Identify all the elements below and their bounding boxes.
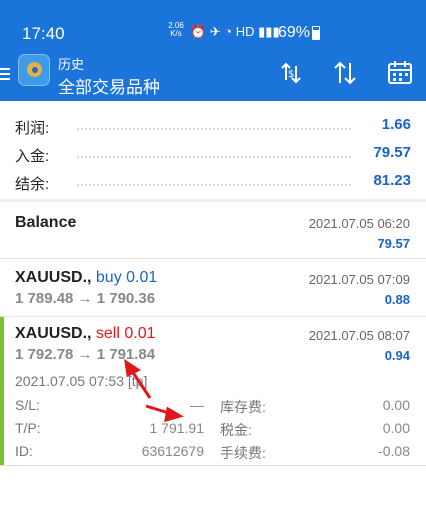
deal-time: 2021.07.05 07:09 bbox=[308, 272, 410, 287]
tax-value: 0.00 bbox=[382, 420, 410, 436]
deal-side: sell 0.01 bbox=[95, 325, 156, 342]
summary-row-balance: 结余: 81.23 bbox=[15, 165, 411, 193]
deal-time: 2021.07.05 06:20 bbox=[308, 216, 410, 231]
divider bbox=[0, 465, 426, 466]
tp-value: 1 791.91 bbox=[149, 420, 205, 436]
open-time: 2021.07.05 07:53 [tp] bbox=[15, 373, 147, 389]
app-screen: 17:40 2.06 K/s ⏰ ✈ ◔ HD ▮▮▮ 69% 历史 全部交易品… bbox=[0, 0, 426, 513]
menu-icon[interactable] bbox=[0, 68, 12, 82]
sl-label: S/L: bbox=[15, 397, 40, 413]
page-subtitle: 历史 bbox=[58, 57, 85, 72]
deal-row-balance[interactable]: Balance 2021.07.05 06:20 79.57 bbox=[0, 202, 426, 258]
summary-label: 入金: bbox=[15, 148, 50, 165]
deal-symbol: XAUUSD., buy 0.01 bbox=[15, 269, 157, 287]
summary-label: 结余: bbox=[15, 176, 50, 193]
summary-value: 81.23 bbox=[373, 172, 411, 189]
svg-text:$: $ bbox=[288, 69, 294, 80]
summary-label: 利润: bbox=[15, 120, 50, 137]
deal-content: XAUUSD., sell 0.01 1 792.78 → 1 791.84 2… bbox=[0, 317, 426, 465]
deal-symbol: Balance bbox=[15, 214, 77, 231]
app-bar: 历史 全部交易品种 $ bbox=[0, 46, 426, 101]
tp-label: T/P: bbox=[15, 420, 41, 436]
top-bar: 17:40 2.06 K/s ⏰ ✈ ◔ HD ▮▮▮ 69% 历史 全部交易品… bbox=[0, 0, 426, 101]
deal-profit: 0.88 bbox=[384, 292, 410, 307]
summary-row-profit: 利润: 1.66 bbox=[15, 109, 411, 137]
summary-value: 1.66 bbox=[381, 116, 411, 133]
deal-prices: 1 789.48 → 1 790.36 bbox=[15, 290, 156, 307]
fee-label: 手续费: bbox=[220, 445, 266, 461]
open-time-text: 2021.07.05 07:53 bbox=[15, 373, 124, 389]
deal-profit: 0.94 bbox=[384, 348, 410, 363]
system-icons: ⏰ ✈ ◔ HD ▮▮▮ bbox=[190, 24, 280, 39]
battery-icon bbox=[312, 26, 320, 40]
deal-side: buy 0.01 bbox=[95, 269, 158, 286]
sort-icon[interactable]: $ bbox=[276, 58, 306, 88]
summary-value: 79.57 bbox=[373, 144, 411, 161]
tax-label: 税金: bbox=[220, 422, 252, 438]
id-value: 63612679 bbox=[141, 443, 204, 459]
summary-panel: 利润: 1.66 入金: 79.57 结余: 81.23 bbox=[0, 101, 426, 199]
fee-value: -0.08 bbox=[378, 443, 410, 459]
network-speed: 2.06 K/s bbox=[168, 21, 184, 38]
deal-symbol-text: XAUUSD., bbox=[15, 269, 92, 286]
dot-leader bbox=[77, 156, 351, 158]
calendar-icon[interactable] bbox=[385, 58, 415, 88]
deal-time: 2021.07.05 08:07 bbox=[308, 328, 410, 343]
swap-value: 0.00 bbox=[382, 397, 410, 413]
sl-value: — bbox=[190, 397, 204, 413]
page-title[interactable]: 全部交易品种 bbox=[58, 73, 160, 98]
deal-profit: 79.57 bbox=[377, 236, 410, 251]
deal-row-buy[interactable]: XAUUSD., buy 0.01 1 789.48 → 1 790.36 20… bbox=[0, 259, 426, 315]
swap-label: 库存费: bbox=[220, 399, 266, 415]
status-bar: 17:40 2.06 K/s ⏰ ✈ ◔ HD ▮▮▮ 69% bbox=[0, 0, 426, 46]
deal-prices: 1 792.78 → 1 791.84 bbox=[15, 346, 156, 363]
direction-icon[interactable] bbox=[330, 58, 360, 88]
battery-percent: 69% bbox=[278, 24, 311, 41]
deal-symbol-text: XAUUSD., bbox=[15, 325, 92, 342]
id-label: ID: bbox=[15, 443, 33, 459]
status-time: 17:40 bbox=[22, 24, 65, 43]
dot-leader bbox=[77, 184, 351, 186]
open-tag: [tp] bbox=[127, 373, 148, 389]
deal-row-sell-expanded[interactable]: XAUUSD., sell 0.01 1 792.78 → 1 791.84 2… bbox=[0, 317, 426, 465]
app-logo bbox=[18, 54, 50, 86]
summary-row-deposit: 入金: 79.57 bbox=[15, 137, 411, 165]
dot-leader bbox=[77, 128, 351, 130]
deal-symbol: XAUUSD., sell 0.01 bbox=[15, 325, 156, 343]
